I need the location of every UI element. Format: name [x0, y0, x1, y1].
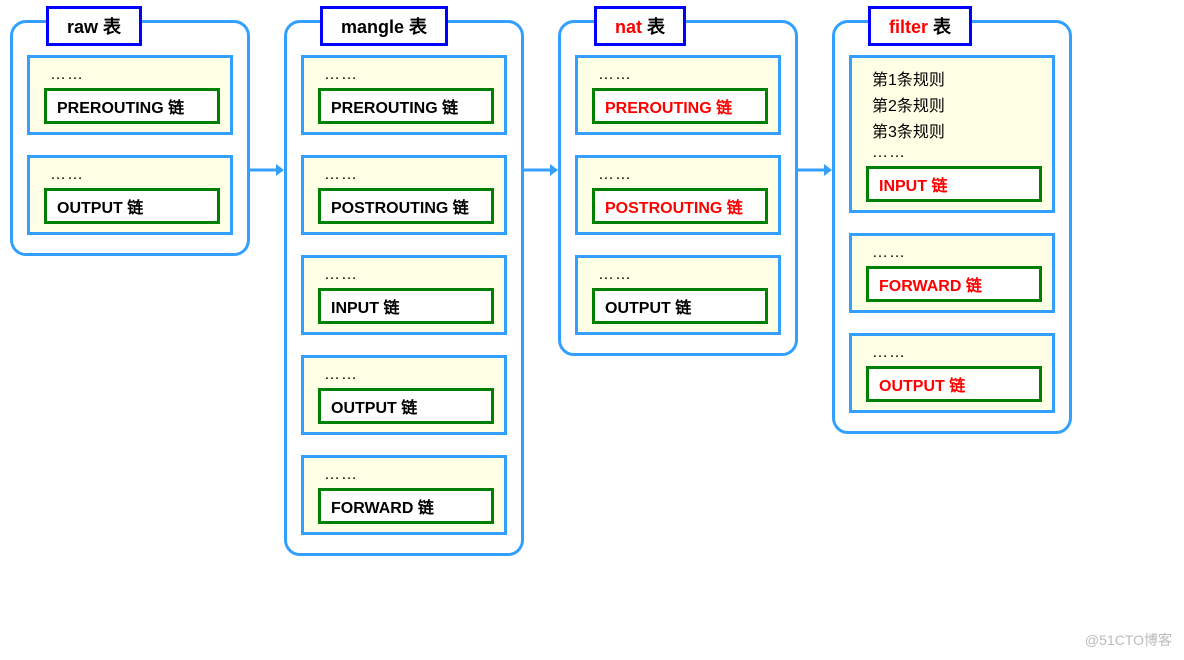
chain-box: …… POSTROUTING 链 — [575, 155, 781, 235]
table-title-mangle: mangle 表 — [320, 6, 448, 46]
chain-pre: …… — [50, 66, 220, 84]
table-name: mangle — [341, 17, 404, 37]
chain-name-output: OUTPUT 链 — [866, 366, 1042, 402]
table-body-filter: 第1条规则 第2条规则 第3条规则 …… INPUT 链 …… FORWARD … — [832, 20, 1072, 434]
table-filter: filter 表 第1条规则 第2条规则 第3条规则 …… INPUT 链 ……… — [832, 20, 1072, 434]
chain-name-output: OUTPUT 链 — [318, 388, 494, 424]
table-body-mangle: …… PREROUTING 链 …… POSTROUTING 链 …… INPU… — [284, 20, 524, 556]
table-raw: raw 表 …… PREROUTING 链 …… OUTPUT 链 — [10, 20, 250, 256]
chain-name-forward: FORWARD 链 — [866, 266, 1042, 302]
table-suffix: 表 — [642, 17, 665, 37]
chain-name-input: INPUT 链 — [866, 166, 1042, 202]
rule-line: 第2条规则 — [872, 92, 1042, 116]
chain-name-prerouting: PREROUTING 链 — [44, 88, 220, 124]
chain-box: …… OUTPUT 链 — [575, 255, 781, 335]
chain-box: …… INPUT 链 — [301, 255, 507, 335]
chain-pre: …… — [872, 344, 1042, 362]
chain-name-postrouting: POSTROUTING 链 — [592, 188, 768, 224]
chain-box: …… FORWARD 链 — [301, 455, 507, 535]
chain-pre: …… — [598, 66, 768, 84]
chain-pre: …… — [598, 166, 768, 184]
chain-box: …… OUTPUT 链 — [301, 355, 507, 435]
table-mangle: mangle 表 …… PREROUTING 链 …… POSTROUTING … — [284, 20, 524, 556]
chain-box: …… OUTPUT 链 — [849, 333, 1055, 413]
table-suffix: 表 — [98, 17, 121, 37]
table-title-raw: raw 表 — [46, 6, 142, 46]
arrow-icon — [524, 20, 558, 180]
chain-box: …… OUTPUT 链 — [27, 155, 233, 235]
chain-pre: …… — [324, 266, 494, 284]
tables-row: raw 表 …… PREROUTING 链 …… OUTPUT 链 mangle… — [10, 20, 1174, 556]
table-name: raw — [67, 17, 98, 37]
chain-name-prerouting: PREROUTING 链 — [592, 88, 768, 124]
table-suffix: 表 — [928, 17, 951, 37]
chain-name-prerouting: PREROUTING 链 — [318, 88, 494, 124]
chain-pre: …… — [872, 144, 1042, 162]
chain-name-forward: FORWARD 链 — [318, 488, 494, 524]
table-title-filter: filter 表 — [868, 6, 972, 46]
rule-line: 第1条规则 — [872, 66, 1042, 90]
arrow-icon — [798, 20, 832, 180]
chain-box: …… PREROUTING 链 — [27, 55, 233, 135]
chain-pre: …… — [324, 166, 494, 184]
chain-pre: …… — [50, 166, 220, 184]
table-name: filter — [889, 17, 928, 37]
chain-box: …… POSTROUTING 链 — [301, 155, 507, 235]
chain-box: …… FORWARD 链 — [849, 233, 1055, 313]
chain-pre: …… — [598, 266, 768, 284]
table-title-nat: nat 表 — [594, 6, 686, 46]
chain-box: …… PREROUTING 链 — [575, 55, 781, 135]
chain-pre: …… — [324, 66, 494, 84]
table-body-raw: …… PREROUTING 链 …… OUTPUT 链 — [10, 20, 250, 256]
table-suffix: 表 — [404, 17, 427, 37]
table-nat: nat 表 …… PREROUTING 链 …… POSTROUTING 链 …… — [558, 20, 798, 356]
table-name: nat — [615, 17, 642, 37]
chain-name-postrouting: POSTROUTING 链 — [318, 188, 494, 224]
chain-name-input: INPUT 链 — [318, 288, 494, 324]
chain-box: …… PREROUTING 链 — [301, 55, 507, 135]
watermark: @51CTO博客 — [1085, 630, 1172, 650]
chain-pre: …… — [324, 366, 494, 384]
arrow-icon — [250, 20, 284, 180]
chain-pre: …… — [324, 466, 494, 484]
rule-line: 第3条规则 — [872, 118, 1042, 142]
chain-name-output: OUTPUT 链 — [592, 288, 768, 324]
chain-pre: …… — [872, 244, 1042, 262]
chain-box: 第1条规则 第2条规则 第3条规则 …… INPUT 链 — [849, 55, 1055, 213]
table-body-nat: …… PREROUTING 链 …… POSTROUTING 链 …… OUTP… — [558, 20, 798, 356]
chain-name-output: OUTPUT 链 — [44, 188, 220, 224]
